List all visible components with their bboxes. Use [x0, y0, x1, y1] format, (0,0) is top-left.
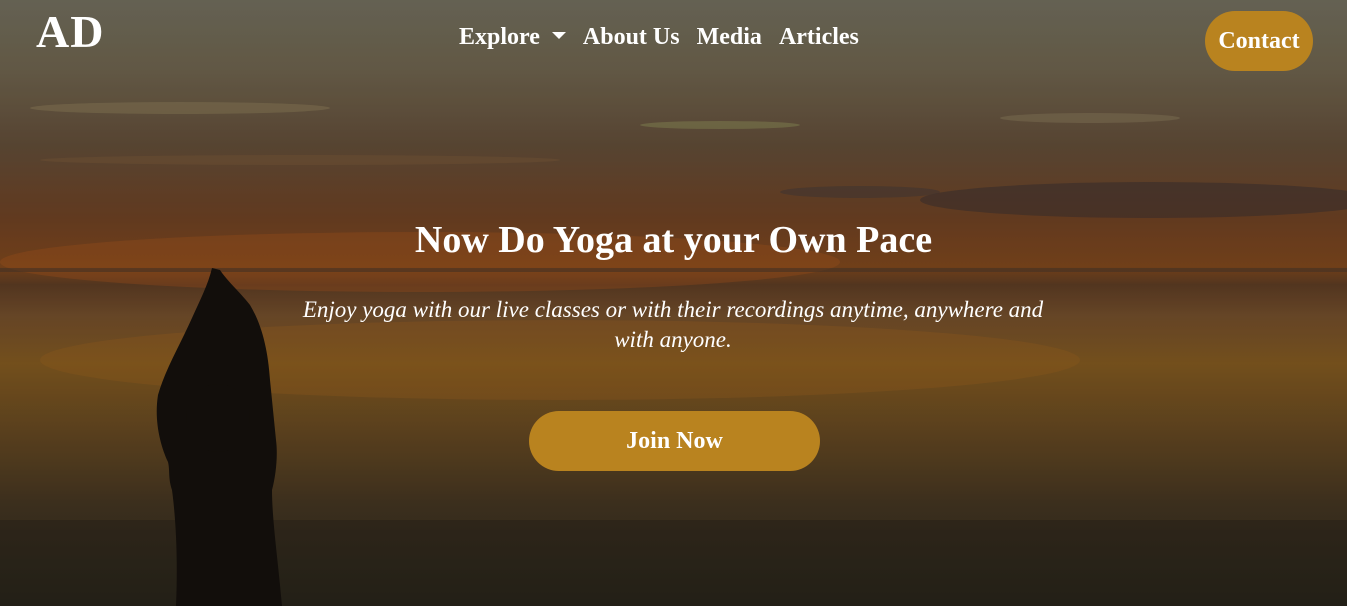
main-nav: Explore About Us Media Articles: [459, 22, 859, 52]
hero-subtitle: Enjoy yoga with our live classes or with…: [302, 297, 1044, 352]
site-logo[interactable]: AD: [36, 6, 104, 58]
hero-section: AD Explore About Us Media Articles Conta…: [0, 0, 1347, 606]
contact-button[interactable]: Contact: [1205, 11, 1313, 71]
nav-item-articles[interactable]: Articles: [779, 22, 859, 52]
nav-item-about-us[interactable]: About Us: [583, 22, 680, 52]
caret-down-icon: [551, 31, 566, 39]
hero-title: Now Do Yoga at your Own Pace: [414, 219, 933, 261]
join-now-button[interactable]: Join Now: [529, 411, 820, 471]
nav-item-explore[interactable]: Explore: [459, 22, 566, 52]
nav-item-explore-label: Explore: [459, 24, 540, 50]
nav-item-media[interactable]: Media: [697, 22, 762, 52]
